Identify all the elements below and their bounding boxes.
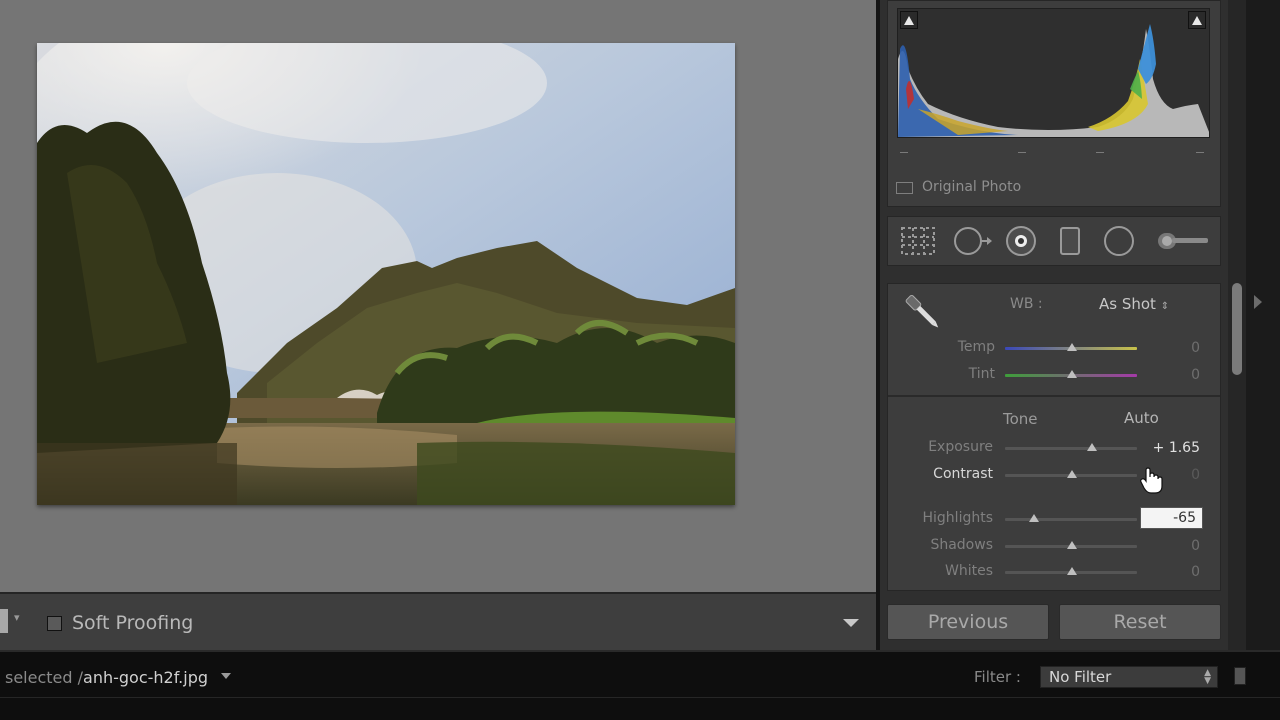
temp-label: Temp (957, 339, 995, 355)
original-photo-label[interactable]: Original Photo (922, 179, 1021, 195)
exposure-slider[interactable] (1005, 447, 1137, 450)
photo-preview[interactable] (37, 43, 735, 505)
landscape-photo (37, 43, 735, 505)
soft-proofing-label[interactable]: Soft Proofing (72, 612, 193, 634)
filter-value: No Filter (1049, 668, 1112, 686)
filter-dropdown-arrows-icon: ▲ ▼ (1204, 668, 1211, 686)
radial-filter-icon[interactable] (1102, 224, 1136, 258)
white-balance-selector-icon[interactable] (900, 290, 946, 336)
temp-value[interactable]: 0 (1150, 340, 1200, 356)
tint-value[interactable]: 0 (1150, 367, 1200, 383)
shadows-slider-thumb[interactable] (1067, 541, 1077, 549)
toolbar-options-dropdown-icon[interactable] (843, 619, 859, 627)
wb-label: WB : (1010, 296, 1043, 312)
histogram-info-dash (1018, 152, 1026, 153)
toolbar: ▾ Soft Proofing (0, 592, 876, 650)
filter-dropdown[interactable]: No Filter ▲ ▼ (1040, 666, 1218, 688)
tint-slider-thumb[interactable] (1067, 370, 1077, 378)
temp-slider-thumb[interactable] (1067, 343, 1077, 351)
previous-button[interactable]: Previous (887, 604, 1049, 640)
exposure-label: Exposure (928, 439, 993, 455)
highlights-slider-thumb[interactable] (1029, 514, 1039, 522)
shadow-clipping-indicator-icon[interactable] (900, 11, 918, 29)
image-canvas (0, 0, 876, 592)
histogram[interactable] (897, 8, 1210, 138)
highlights-slider[interactable] (1005, 518, 1137, 521)
histogram-graph (898, 24, 1209, 137)
soft-proofing-checkbox[interactable] (47, 616, 62, 631)
panel-edge (1246, 0, 1280, 650)
view-mode-button[interactable] (0, 609, 8, 633)
exposure-slider-thumb[interactable] (1087, 443, 1097, 451)
view-mode-dropdown-icon[interactable]: ▾ (14, 611, 20, 624)
hand-cursor-icon (1140, 467, 1163, 494)
panel-scrollbar-thumb[interactable] (1232, 283, 1242, 375)
highlight-clipping-indicator-icon[interactable] (1188, 11, 1206, 29)
selection-prefix: selected / (5, 668, 84, 687)
shadows-label: Shadows (930, 537, 993, 553)
wb-dropdown-arrows-icon: ⇕ (1160, 301, 1170, 312)
red-eye-icon[interactable] (1004, 224, 1038, 258)
basic-panel-divider (888, 395, 1220, 397)
highlights-label: Highlights (922, 510, 994, 526)
whites-value[interactable]: 0 (1150, 564, 1200, 580)
collapse-panel-icon[interactable] (1254, 295, 1262, 309)
original-photo-checkbox[interactable] (896, 182, 913, 194)
histogram-info-dash (1096, 152, 1104, 153)
contrast-slider-thumb[interactable] (1067, 470, 1077, 478)
tint-label: Tint (968, 366, 995, 382)
contrast-label: Contrast (933, 466, 993, 482)
histogram-info-dash (1196, 152, 1204, 153)
graduated-filter-icon[interactable] (1058, 225, 1082, 257)
whites-label: Whites (944, 563, 993, 579)
highlights-value-input[interactable]: -65 (1140, 507, 1203, 529)
filter-label: Filter : (974, 668, 1021, 686)
selection-status: selected /anh-goc-h2f.jpg (5, 668, 208, 687)
filmstrip-divider (0, 697, 1280, 698)
exposure-value[interactable]: + 1.65 (1150, 440, 1200, 456)
crop-overlay-icon[interactable] (900, 225, 938, 257)
auto-tone-button[interactable]: Auto (1124, 409, 1159, 427)
spot-removal-icon[interactable] (952, 225, 994, 257)
whites-slider-thumb[interactable] (1067, 567, 1077, 575)
reset-button[interactable]: Reset (1059, 604, 1221, 640)
shadows-value[interactable]: 0 (1150, 538, 1200, 554)
selected-filename[interactable]: anh-goc-h2f.jpg (83, 668, 208, 687)
adjustment-brush-icon[interactable] (1156, 229, 1210, 253)
filename-dropdown-icon[interactable] (221, 673, 231, 679)
histogram-info-dash (900, 152, 908, 153)
filter-lock-icon[interactable] (1234, 667, 1246, 685)
wb-preset-dropdown[interactable]: As Shot ⇕ (1099, 295, 1169, 313)
wb-preset-value: As Shot (1099, 295, 1156, 313)
tone-label: Tone (1003, 410, 1038, 428)
